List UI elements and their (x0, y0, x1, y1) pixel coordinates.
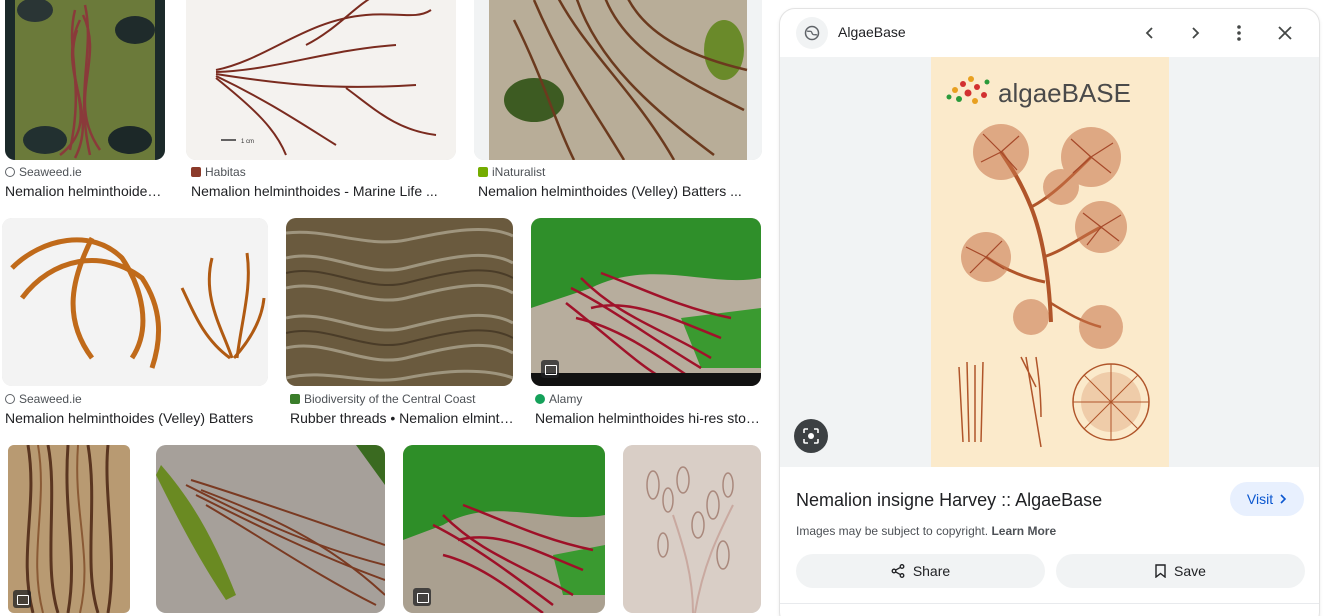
seaweed-photo-image (156, 445, 385, 613)
result-title[interactable]: Nemalion helminthoides (Velley) Batters … (478, 183, 760, 199)
result-tile[interactable] (8, 445, 132, 615)
seaweed-photo-image (474, 0, 762, 160)
result-title[interactable]: Nemalion helminthoides (Velley) Batters (5, 410, 267, 426)
save-button[interactable]: Save (1056, 554, 1305, 588)
result-source[interactable]: Habitas (191, 165, 246, 179)
result-source[interactable]: Biodiversity of the Central Coast (290, 392, 475, 406)
result-tile[interactable] (156, 445, 386, 615)
globe-icon (5, 394, 15, 404)
svg-text:algaeBASE: algaeBASE (998, 78, 1131, 108)
source-name: Seaweed.ie (19, 392, 82, 406)
chevron-right-icon[interactable] (1183, 21, 1207, 45)
image-badge-icon (413, 588, 431, 606)
share-label: Share (912, 563, 951, 579)
result-title[interactable]: Nemalion helminthoides ... (5, 183, 167, 199)
lens-icon[interactable] (794, 419, 828, 453)
result-thumbnail[interactable] (8, 445, 130, 613)
globe-icon (5, 167, 15, 177)
panel-site-name[interactable]: AlgaeBase (838, 24, 906, 40)
result-thumbnail[interactable] (156, 445, 385, 613)
result-thumbnail[interactable] (531, 218, 761, 386)
alamy-icon (535, 394, 545, 404)
result-thumbnail[interactable]: 1 cm (186, 0, 456, 160)
butterfly-icon (191, 167, 201, 177)
site-logo-icon (290, 394, 300, 404)
bookmark-icon (1155, 564, 1166, 578)
source-name: Seaweed.ie (19, 165, 82, 179)
result-thumbnail[interactable] (2, 218, 268, 386)
seaweed-photo-image (5, 0, 165, 160)
seaweed-photo-image (286, 218, 513, 386)
seaweed-photo-image (403, 445, 605, 613)
visit-label: Visit (1246, 491, 1274, 507)
result-title[interactable]: Rubber threads • Nemalion elminth... (290, 410, 514, 426)
save-label: Save (1174, 563, 1206, 579)
divider (780, 603, 1319, 604)
herbarium-specimen-image: 1 cm (186, 0, 456, 160)
result-title[interactable]: Nemalion helminthoides - Marine Life ... (191, 183, 453, 199)
page-title[interactable]: Nemalion insigne Harvey :: AlgaeBase (796, 490, 1102, 511)
more-vert-icon[interactable] (1227, 21, 1251, 45)
panel-header: AlgaeBase (780, 9, 1319, 57)
source-name: Biodiversity of the Central Coast (304, 392, 476, 406)
result-thumbnail[interactable] (286, 218, 513, 386)
chevron-right-icon (1280, 494, 1287, 504)
share-icon (891, 564, 905, 578)
image-badge-icon (13, 590, 31, 608)
close-icon[interactable] (1273, 21, 1297, 45)
result-tile[interactable]: iNaturalist Nemalion helminthoides (Vell… (474, 0, 764, 200)
copyright-text: Images may be subject to copyright. (796, 524, 989, 538)
result-tile[interactable]: Alamy Nemalion helminthoides hi-res stoc… (531, 218, 763, 430)
result-source[interactable]: Seaweed.ie (5, 392, 82, 406)
source-name: iNaturalist (492, 165, 546, 179)
globe-icon[interactable] (796, 17, 828, 49)
seaweed-photo-image (8, 445, 130, 613)
visit-button[interactable]: Visit (1230, 482, 1304, 516)
result-tile[interactable] (623, 445, 763, 615)
image-preview-panel: AlgaeBase algaeBASE Nemalion insigne Har… (779, 8, 1320, 616)
result-tile[interactable]: 1 cm Habitas Nemalion helminthoides - Ma… (186, 0, 458, 200)
result-source[interactable]: Seaweed.ie (5, 165, 82, 179)
result-tile[interactable]: Seaweed.ie Nemalion helminthoides (Velle… (0, 218, 270, 430)
chevron-left-icon[interactable] (1138, 21, 1162, 45)
source-name: Alamy (549, 392, 583, 406)
result-tile[interactable]: Biodiversity of the Central Coast Rubber… (286, 218, 516, 430)
result-source[interactable]: Alamy (535, 392, 582, 406)
result-source[interactable]: iNaturalist (478, 165, 545, 179)
botanical-plate-image: algaeBASE (931, 57, 1169, 467)
source-name: Habitas (205, 165, 246, 179)
result-thumbnail[interactable] (474, 0, 762, 160)
seaweed-photo-image (531, 218, 761, 386)
learn-more-link[interactable]: Learn More (991, 524, 1056, 538)
result-thumbnail[interactable] (623, 445, 761, 613)
micrograph-image (623, 445, 761, 613)
share-button[interactable]: Share (796, 554, 1045, 588)
svg-text:1 cm: 1 cm (241, 139, 254, 145)
image-viewer[interactable]: algaeBASE (780, 57, 1319, 467)
result-tile[interactable]: Seaweed.ie Nemalion helminthoides ... (0, 0, 170, 200)
copyright-notice: Images may be subject to copyright. Lear… (796, 524, 1056, 538)
preview-image[interactable]: algaeBASE (931, 57, 1169, 467)
result-thumbnail[interactable] (403, 445, 605, 613)
seaweed-photo-image (2, 218, 268, 386)
result-tile[interactable] (403, 445, 607, 615)
inaturalist-icon (478, 167, 488, 177)
result-title[interactable]: Nemalion helminthoides hi-res stoc... (535, 410, 761, 426)
result-thumbnail[interactable] (5, 0, 165, 160)
image-badge-icon (541, 360, 559, 378)
